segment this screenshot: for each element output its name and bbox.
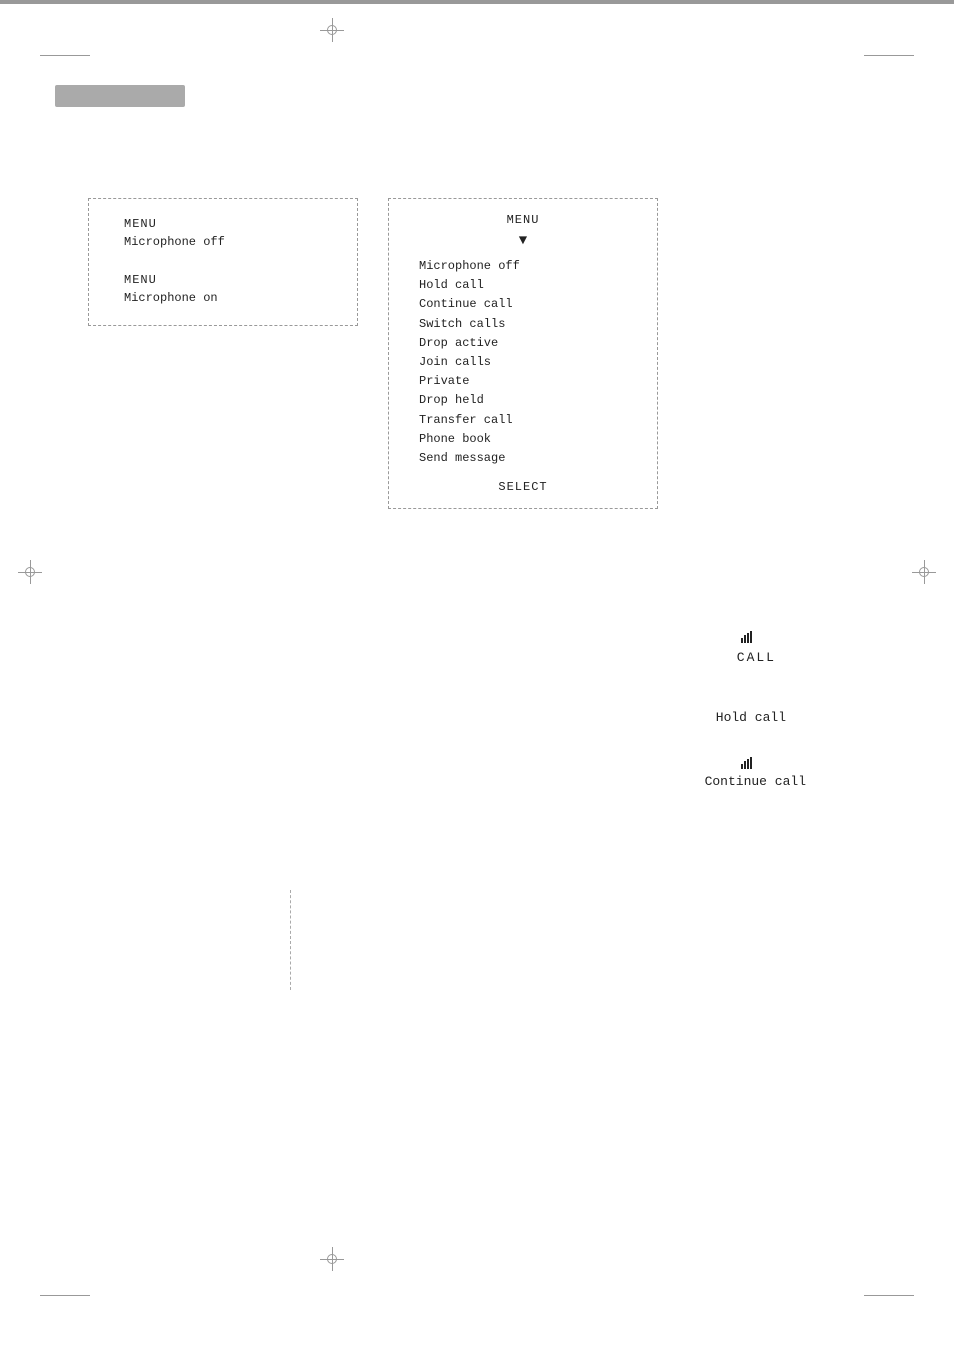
left-menu-title-2: MENU — [124, 273, 337, 287]
crosshair-mid-left — [18, 560, 42, 584]
call-label: CALL — [737, 650, 776, 665]
corner-mark-br — [0, 3, 954, 4]
right-menu-title: MENU — [409, 213, 637, 227]
list-item[interactable]: Microphone off — [419, 257, 637, 276]
left-menu-title-1: MENU — [124, 217, 337, 231]
list-item[interactable]: Phone book — [419, 430, 637, 449]
list-item[interactable]: Send message — [419, 449, 637, 468]
list-item[interactable]: Transfer call — [419, 411, 637, 430]
list-item[interactable]: Hold call — [419, 276, 637, 295]
left-menu-separator — [124, 251, 337, 273]
signal-icon-2 — [740, 756, 754, 774]
hold-call-label: Hold call — [716, 710, 786, 725]
left-menu-item-mic-off: Microphone off — [124, 235, 337, 249]
dashed-vertical-line — [290, 890, 291, 990]
trim-line — [40, 1295, 90, 1296]
list-item[interactable]: Join calls — [419, 353, 637, 372]
trim-line — [864, 1295, 914, 1296]
left-menu-box: MENU Microphone off MENU Microphone on — [88, 198, 358, 326]
right-menu-list: Microphone off Hold call Continue call S… — [419, 257, 637, 468]
list-item[interactable]: Drop held — [419, 391, 637, 410]
continue-call-label: Continue call — [705, 774, 806, 789]
right-menu-box: MENU ▼ Microphone off Hold call Continue… — [388, 198, 658, 509]
gray-bar — [55, 85, 185, 107]
right-menu-select-button[interactable]: SELECT — [409, 480, 637, 494]
right-menu-arrow: ▼ — [409, 233, 637, 249]
signal-icon-1 — [740, 630, 754, 648]
left-menu-item-mic-on: Microphone on — [124, 291, 337, 305]
list-item[interactable]: Continue call — [419, 295, 637, 314]
list-item[interactable]: Private — [419, 372, 637, 391]
trim-line — [40, 55, 90, 56]
list-item[interactable]: Drop active — [419, 334, 637, 353]
list-item[interactable]: Switch calls — [419, 315, 637, 334]
crosshair-top — [320, 18, 344, 42]
crosshair-mid-right — [912, 560, 936, 584]
trim-line — [864, 55, 914, 56]
crosshair-bottom — [320, 1247, 344, 1271]
